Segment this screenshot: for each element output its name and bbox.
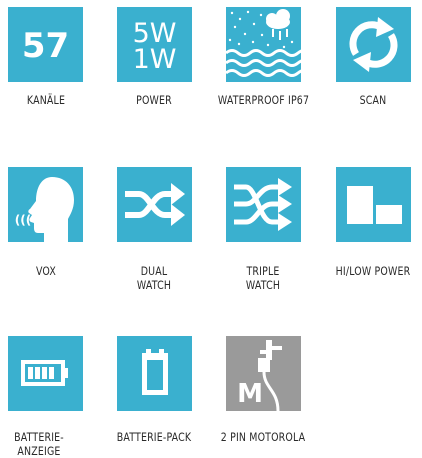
dual-watch-crossing-arrows-icon (125, 183, 185, 226)
channels-number: 57 (22, 26, 69, 66)
feature-tile-power: 5W 1W (117, 7, 192, 82)
feature-label-batterieanzeige: BATTERIE- ANZEIGE (0, 430, 84, 458)
feature-tile-kanaele: 57 (8, 7, 83, 82)
motorola-2pin-connector-icon: M (237, 340, 282, 411)
feature-label-dual-watch: DUAL WATCH (109, 264, 199, 292)
feature-label-power: POWER (109, 93, 199, 107)
feature-label-vox: VOX (1, 264, 91, 278)
feature-label-2pin-motorola: 2 PIN MOTOROLA (218, 430, 308, 444)
feature-label-kanaele: KANÄLE (1, 93, 91, 107)
feature-tile-batterie-pack (117, 336, 192, 411)
battery-indicator-icon (21, 360, 68, 386)
feature-label-triple-watch: TRIPLE WATCH (218, 264, 308, 292)
feature-label-line: WATERPROOF IP67 (217, 93, 310, 107)
feature-label-line: KANÄLE (26, 93, 66, 107)
motorola-letter: M (237, 379, 263, 409)
feature-label-line: TRIPLE (246, 264, 280, 278)
feature-label-line: VOX (35, 264, 57, 278)
feature-label-batterie-pack: BATTERIE-PACK (109, 430, 199, 444)
feature-label-line: SCAN (359, 93, 387, 107)
feature-label-line: DUAL (140, 264, 168, 278)
feature-label-hi-low-power: HI/LOW POWER (328, 264, 418, 278)
feature-label-line: HI/LOW POWER (335, 264, 411, 278)
feature-label-line: BATTERIE-PACK (116, 430, 192, 444)
feature-label-scan: SCAN (328, 93, 418, 107)
vox-speaking-head-icon: ((( (15, 177, 74, 242)
feature-tile-triple-watch (226, 167, 301, 242)
feature-tile-dual-watch (117, 167, 192, 242)
waterproof-rain-waves-icon (226, 9, 301, 77)
scan-refresh-arrows-icon (349, 17, 398, 72)
feature-tile-2pin-motorola: M (226, 336, 301, 411)
power-watt-icon: 5W 1W (133, 18, 177, 75)
feature-label-line: WATCH (245, 278, 281, 292)
power-low-text: 1W (133, 44, 177, 75)
feature-tile-waterproof (226, 7, 301, 82)
feature-label-line: 2 PIN MOTOROLA (220, 430, 306, 444)
feature-tile-hi-low-power (336, 167, 411, 242)
feature-label-line: BATTERIE- (14, 430, 64, 444)
channels-number-icon: 57 (22, 26, 69, 66)
battery-pack-icon (142, 349, 168, 395)
feature-label-line: WATCH (136, 278, 172, 292)
vox-sound-waves: ((( (15, 213, 31, 227)
feature-tile-scan (336, 7, 411, 82)
feature-label-line: POWER (136, 93, 172, 107)
feature-label-waterproof: WATERPROOF IP67 (217, 93, 310, 107)
feature-tile-batterieanzeige (8, 336, 83, 411)
feature-tile-vox: ((( (8, 167, 83, 242)
triple-watch-crossing-arrows-icon (234, 178, 292, 231)
hi-low-power-blocks-icon (347, 186, 402, 224)
